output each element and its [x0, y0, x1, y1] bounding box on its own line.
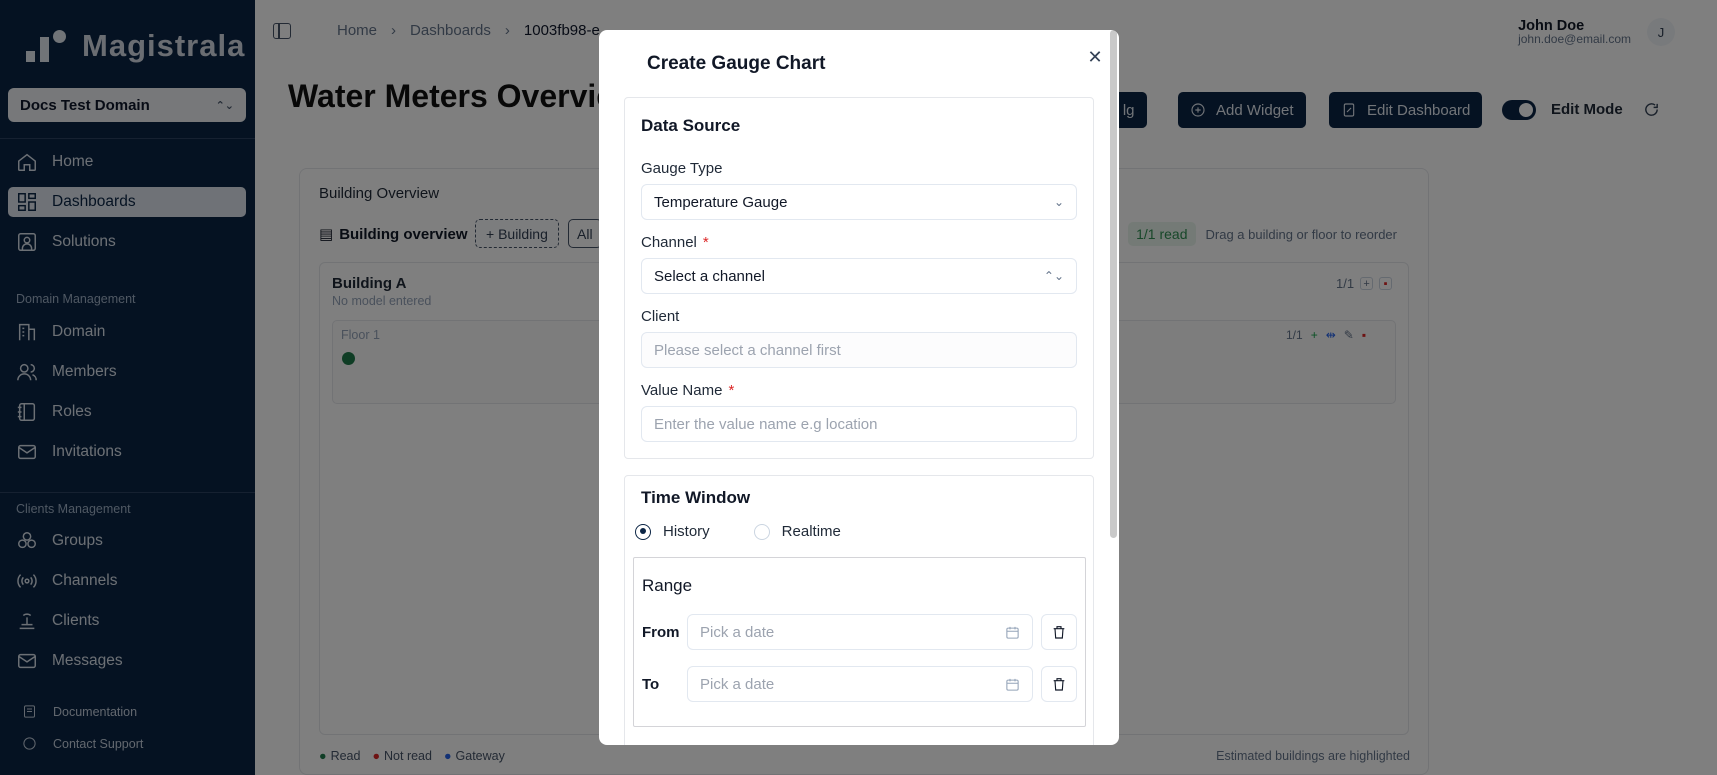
time-window-title: Time Window — [641, 488, 751, 507]
value-name-label: Value Name * — [641, 382, 734, 399]
clear-to-button[interactable] — [1041, 666, 1077, 702]
clear-from-button[interactable] — [1041, 614, 1077, 650]
range-title: Range — [642, 576, 693, 595]
history-label[interactable]: History — [663, 523, 710, 540]
dialog-scrollbar[interactable] — [1110, 30, 1117, 538]
close-icon[interactable]: ✕ — [1086, 48, 1104, 66]
create-gauge-chart-dialog: Create Gauge Chart ✕ Data Source Gauge T… — [599, 30, 1119, 745]
dialog-title: Create Gauge Chart — [647, 53, 826, 74]
gauge-type-select[interactable]: Temperature Gauge ⌄ — [641, 184, 1077, 220]
client-label: Client — [641, 308, 680, 325]
required-mark: * — [728, 382, 735, 399]
value-name-placeholder: Enter the value name e.g location — [654, 415, 878, 433]
channel-label: Channel * — [641, 234, 709, 251]
to-date-placeholder: Pick a date — [700, 675, 775, 693]
data-source-title: Data Source — [641, 116, 741, 135]
trash-icon — [1053, 626, 1065, 639]
chevron-down-icon: ⌄ — [1053, 195, 1064, 209]
to-label: To — [642, 676, 660, 693]
range-panel: Range From Pick a date To Pick a date — [633, 557, 1086, 727]
history-radio[interactable] — [635, 523, 651, 540]
time-window-section: Time Window History Realtime Range From … — [624, 475, 1094, 745]
value-name-label-text: Value Name — [641, 382, 723, 399]
calendar-icon — [1006, 678, 1019, 691]
chevron-up-down-icon: ⌃⌄ — [1043, 269, 1064, 283]
channel-select-value: Select a channel — [654, 267, 765, 285]
required-mark: * — [702, 234, 709, 251]
from-date-placeholder: Pick a date — [700, 623, 775, 641]
client-select[interactable]: Please select a channel first — [641, 332, 1077, 368]
channel-select[interactable]: Select a channel ⌃⌄ — [641, 258, 1077, 294]
from-date-picker[interactable]: Pick a date — [687, 614, 1033, 650]
to-date-picker[interactable]: Pick a date — [687, 666, 1033, 702]
gauge-type-value: Temperature Gauge — [654, 193, 788, 211]
gauge-type-label: Gauge Type — [641, 160, 723, 177]
time-window-options: History Realtime — [635, 523, 841, 540]
channel-label-text: Channel — [641, 234, 697, 251]
calendar-icon — [1006, 626, 1019, 639]
from-label: From — [642, 624, 680, 641]
realtime-label[interactable]: Realtime — [782, 523, 841, 540]
data-source-section: Data Source Gauge Type Temperature Gauge… — [624, 97, 1094, 459]
trash-icon — [1053, 678, 1065, 691]
realtime-radio[interactable] — [753, 523, 770, 540]
value-name-input[interactable]: Enter the value name e.g location — [641, 406, 1077, 442]
client-placeholder: Please select a channel first — [654, 341, 841, 359]
